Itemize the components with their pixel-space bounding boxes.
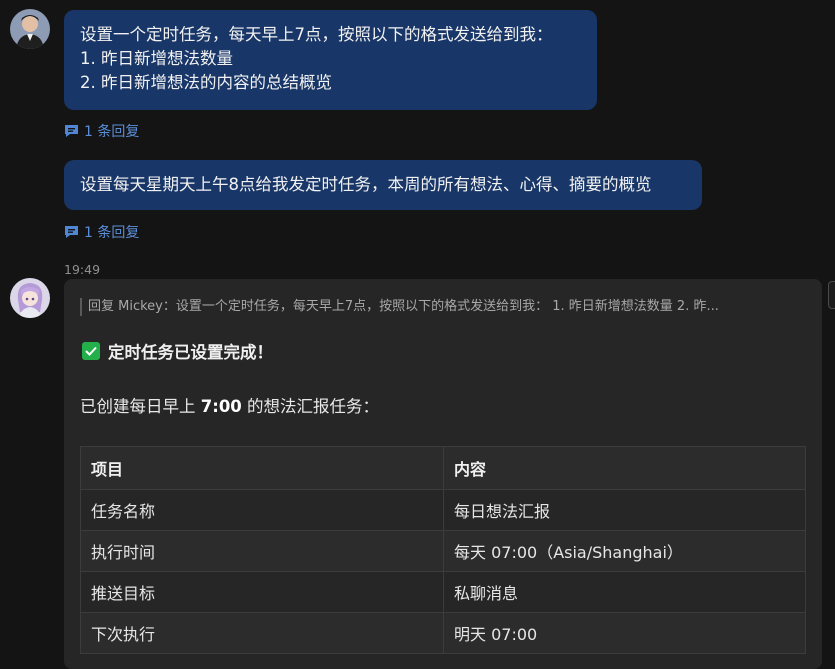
table-cell: 执行时间 — [80, 530, 444, 572]
table-row: 执行时间 每天 07:00（Asia/Shanghai） — [80, 530, 806, 572]
table-cell: 任务名称 — [80, 489, 444, 531]
table-row: 下次执行 明天 07:00 — [80, 612, 806, 654]
reply-thread-link-2[interactable]: 1 条回复 — [64, 222, 139, 242]
reply-count-label[interactable]: 1 条回复 — [84, 121, 139, 141]
table-row: 任务名称 每日想法汇报 — [80, 489, 806, 531]
side-scroll-handle[interactable] — [828, 281, 835, 309]
bot-message-card: 回复 Mickey：设置一个定时任务，每天早上7点，按照以下的格式发送给到我： … — [64, 279, 822, 669]
quoted-reply[interactable]: 回复 Mickey：设置一个定时任务，每天早上7点，按照以下的格式发送给到我： … — [80, 298, 813, 316]
message-bubble-1: 设置一个定时任务，每天早上7点，按照以下的格式发送给到我： 1. 昨日新增想法数… — [64, 10, 597, 110]
message-line: 设置一个定时任务，每天早上7点，按照以下的格式发送给到我： — [80, 25, 553, 44]
table-cell: 私聊消息 — [443, 571, 806, 613]
check-icon — [82, 342, 100, 360]
message-line: 2. 昨日新增想法的内容的总结概览 — [80, 73, 332, 92]
table-cell: 推送目标 — [80, 571, 444, 613]
bot-avatar[interactable] — [10, 278, 50, 318]
message-line: 1. 昨日新增想法数量 — [80, 49, 233, 68]
reply-thread-link-1[interactable]: 1 条回复 — [64, 121, 139, 141]
table-header-row: 项目 内容 — [80, 446, 806, 490]
user-avatar[interactable] — [10, 9, 50, 49]
message-timestamp: 19:49 — [64, 262, 101, 277]
message-line: 设置每天星期天上午8点给我发定时任务，本周的所有想法、心得、摘要的概览 — [80, 175, 652, 194]
table-row: 推送目标 私聊消息 — [80, 571, 806, 613]
table-cell: 每日想法汇报 — [443, 489, 806, 531]
table-header-content: 内容 — [443, 446, 806, 490]
table-cell: 每天 07:00（Asia/Shanghai） — [443, 530, 806, 572]
task-info-table: 项目 内容 任务名称 每日想法汇报 执行时间 每天 07:00（Asia/Sha… — [80, 446, 806, 654]
table-cell: 明天 07:00 — [443, 612, 806, 654]
reply-comment-icon — [64, 124, 79, 138]
message-bubble-2: 设置每天星期天上午8点给我发定时任务，本周的所有想法、心得、摘要的概览 — [64, 160, 702, 210]
intro-time: 7:00 — [200, 397, 242, 416]
status-text: 定时任务已设置完成！ — [108, 343, 273, 362]
intro-text: 已创建每日早上 7:00 的想法汇报任务： — [80, 393, 379, 417]
intro-suffix: 的想法汇报任务： — [241, 397, 380, 416]
table-cell: 下次执行 — [80, 612, 444, 654]
reply-comment-icon — [64, 225, 79, 239]
table-header-item: 项目 — [80, 446, 444, 490]
reply-count-label[interactable]: 1 条回复 — [84, 222, 139, 242]
status-line: 定时任务已设置完成！ — [82, 339, 273, 363]
intro-prefix: 已创建每日早上 — [80, 397, 201, 416]
